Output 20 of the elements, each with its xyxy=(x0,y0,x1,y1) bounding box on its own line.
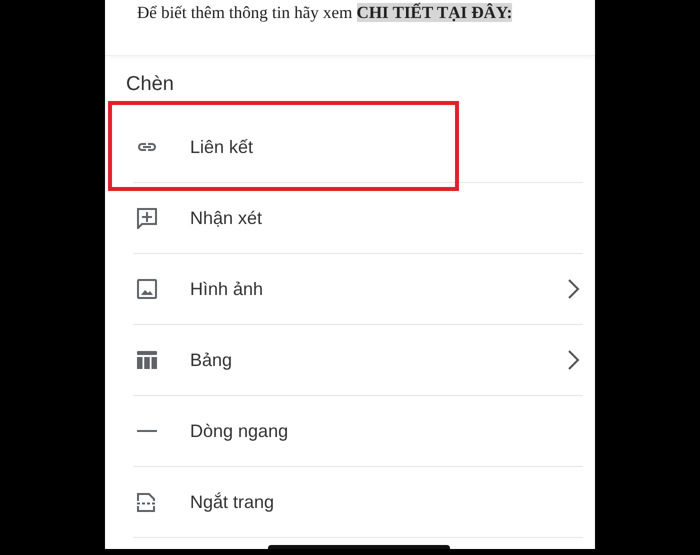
menu-item[interactable]: Ngắt trang xyxy=(133,467,583,538)
menu-item-label: Bảng xyxy=(190,348,234,372)
menu-item[interactable]: Nhận xét xyxy=(133,183,583,254)
horizontal-line-icon xyxy=(137,430,157,432)
menu-item-label: Dòng ngang xyxy=(190,420,290,443)
menu-item-label: Ngắt trang xyxy=(190,490,276,514)
menu-item[interactable]: Hình ảnh xyxy=(133,254,583,325)
menu-item[interactable]: Liên kết xyxy=(133,112,583,183)
document-text: Để biết thêm thông tin hãy xem CHI TIẾT TẠI ĐÂY: xyxy=(137,3,512,24)
menu-item-label: Nhận xét xyxy=(190,206,264,230)
sheet-title: Chèn xyxy=(125,72,175,97)
menu-item[interactable]: Dòng ngang xyxy=(133,396,583,467)
link-icon xyxy=(137,142,157,152)
menu-item-label: Liên kết xyxy=(190,136,254,158)
page-break-icon xyxy=(137,492,157,512)
table-icon xyxy=(137,351,157,369)
image-icon xyxy=(137,279,157,299)
add-comment-icon xyxy=(137,208,157,228)
menu-item-label: Hình ảnh xyxy=(190,278,264,300)
menu-item[interactable]: Bảng xyxy=(133,325,583,396)
